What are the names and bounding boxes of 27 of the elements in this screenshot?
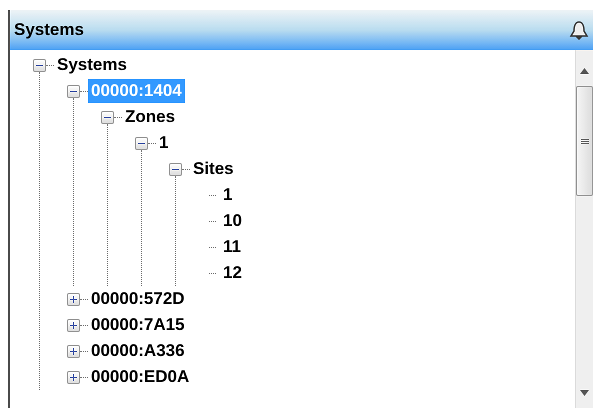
tree-item[interactable]: Zones: [122, 105, 178, 129]
expand-toggle[interactable]: [67, 318, 80, 332]
tree-item[interactable]: Systems: [54, 53, 130, 77]
scroll-thumb[interactable]: [576, 86, 593, 196]
bell-icon[interactable]: [569, 20, 589, 40]
expand-toggle[interactable]: [67, 370, 80, 384]
collapse-toggle[interactable]: [135, 136, 148, 150]
scroll-down-icon[interactable]: [580, 390, 589, 396]
tree-item[interactable]: 10: [220, 209, 245, 233]
collapse-toggle[interactable]: [169, 162, 182, 176]
tree-item[interactable]: 1: [156, 131, 172, 155]
tree-item[interactable]: 11: [220, 235, 244, 259]
tree-item[interactable]: 1: [220, 183, 236, 207]
tree-item[interactable]: 12: [220, 261, 245, 285]
tree-item[interactable]: 00000:A336: [88, 339, 188, 363]
tree-item[interactable]: 00000:ED0A: [88, 365, 192, 389]
tree-item[interactable]: 00000:572D: [88, 287, 188, 311]
collapse-toggle[interactable]: [67, 84, 80, 98]
collapse-toggle[interactable]: [101, 110, 114, 124]
scroll-up-icon[interactable]: [580, 68, 589, 74]
expand-toggle[interactable]: [67, 292, 80, 306]
scrollbar[interactable]: [575, 50, 593, 408]
tree-item[interactable]: 00000:7A15: [88, 313, 188, 337]
collapse-toggle[interactable]: [33, 58, 46, 72]
tree-item[interactable]: Sites: [190, 157, 237, 181]
expand-toggle[interactable]: [67, 344, 80, 358]
panel-title: Systems: [14, 19, 84, 42]
